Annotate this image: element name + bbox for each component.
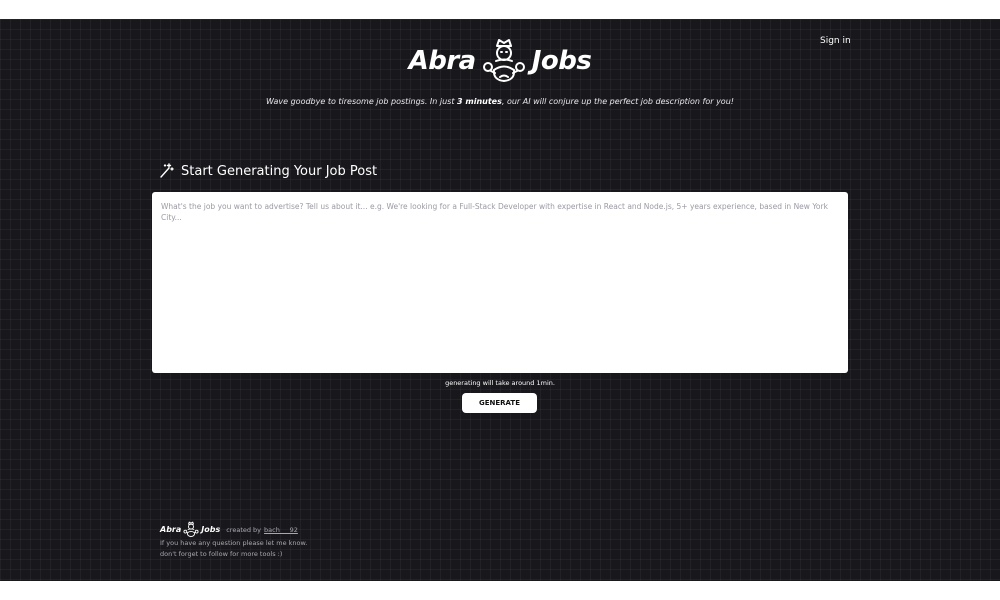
generate-button[interactable]: GENERATE <box>462 393 537 413</box>
footer-brand-row: Abra Jobs created by bach___92 <box>160 521 307 538</box>
job-description-input[interactable] <box>152 192 848 373</box>
footer: Abra Jobs created by bach___92 If you ha… <box>160 521 307 560</box>
footer-follow-note: don't forget to follow for more tools :) <box>160 550 283 558</box>
tagline-emphasis: 3 minutes <box>457 97 502 106</box>
genie-lamp-icon <box>482 39 525 82</box>
magic-wand-icon <box>160 163 174 178</box>
footer-brand-right: Jobs <box>201 525 221 534</box>
brand-word-left: Abra <box>408 46 477 76</box>
author-link[interactable]: bach___92 <box>264 526 298 534</box>
generation-time-hint: generating will take around 1min. <box>445 379 555 387</box>
tagline-text-start: Wave goodbye to tiresome job postings. I… <box>266 97 458 106</box>
app-root: Sign in Abra Jobs Wave goodbye to tireso… <box>0 19 1000 581</box>
tagline-text-end: , our AI will conjure up the perfect job… <box>501 97 734 106</box>
brand-word-right: Jobs <box>531 46 592 76</box>
tagline: Wave goodbye to tiresome job postings. I… <box>0 97 1000 106</box>
footer-brand-left: Abra <box>160 525 182 534</box>
genie-lamp-icon <box>183 521 199 538</box>
section-title: Start Generating Your Job Post <box>181 163 378 179</box>
section-heading: Start Generating Your Job Post <box>158 163 377 179</box>
footer-created-by: created by <box>226 525 262 534</box>
footer-question-note: If you have any question please let me k… <box>160 539 308 547</box>
brand-header: Abra Jobs <box>0 37 1000 85</box>
